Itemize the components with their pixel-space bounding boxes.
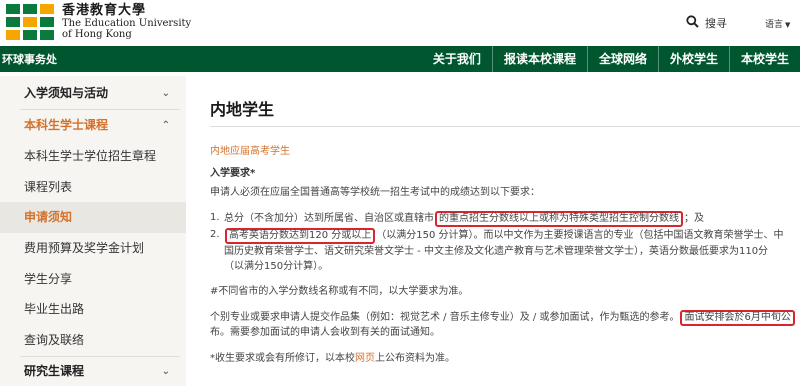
sidebar-item-admission-activities[interactable]: 入学须知与活动 ⌄ [0,78,186,109]
sidebar-item-label: 入学须知与活动 [24,86,109,100]
highlighted-text: 的重点招生分数线以上或称为特殊类型招生控制分数线 [435,211,683,227]
sidebar-item-student-sharing[interactable]: 学生分享 [0,264,186,295]
university-name-en-2: of Hong Kong [62,29,132,40]
item-text: ；及 [684,213,704,224]
item-number: 2. [210,229,220,240]
main-content: 内地学生 内地应届高考学生 入学要求* 申请人必须在应届全国普通高等学校统一招生… [186,72,800,386]
nav-office-link[interactable]: 环球事务处 [2,51,57,67]
university-logo[interactable] [6,4,56,42]
page-title: 内地学生 [210,100,275,119]
language-selector[interactable]: 语言 ▼ [765,17,790,30]
item-text: 总分（不含加分）达到所属省、自治区或直辖市 [224,213,434,224]
sidebar-item-fees-scholarships[interactable]: 费用预算及奖学金计划 [0,233,186,264]
university-name-en-1: The Education University [62,18,192,29]
requirement-item-2: 2. 高考英语分数达到120 分或以上 （以满分150 分计算）。而以中文作为主要… [210,228,790,274]
main-nav: 环球事务处 关于我们 报读本校课程 全球网络 外校学生 本校学生 [0,46,800,72]
nav-item-about[interactable]: 关于我们 [422,46,492,72]
chevron-up-icon: ⌃ [161,120,170,131]
footnote: *收生要求或会有所修订，以本校网页上公布资料为准。 [210,352,455,366]
requirements-heading: 入学要求* [210,168,256,179]
interview-paragraph: 个别专业或要求申请人提交作品集（例如：视觉艺术 / 音乐主修专业）及 / 或参加… [210,310,796,326]
interview-text: 个别专业或要求申请人提交作品集（例如：视觉艺术 / 音乐主修专业）及 / 或参加… [210,312,680,323]
sidebar-item-undergraduate[interactable]: 本科生学士课程 ⌃ [0,110,186,141]
nav-item-apply[interactable]: 报读本校课程 [491,46,587,72]
footnote-text: *收生要求或会有所修订，以本校 [210,353,355,364]
nav-item-global-network[interactable]: 全球网络 [586,46,658,72]
footnote-text: 上公布资料为准。 [375,353,455,364]
sidebar-item-label: 本科生学士课程 [24,118,109,132]
sidebar-item-postgraduate[interactable]: 研究生课程 ⌄ [0,356,186,386]
item-number: 1. [210,212,220,223]
language-label: 语言 [765,20,784,30]
chevron-down-icon: ▼ [785,21,791,29]
title-divider [210,126,800,127]
note-province-names: #不同省市的入学分数线名称或有不同，以大学要求为准。 [210,286,469,297]
requirement-item-1: 1. 总分（不含加分）达到所属省、自治区或直辖市 的重点招生分数线以上或称为特殊类… [210,211,790,227]
requirements-intro: 申请人必须在应届全国普通高等学校统一招生考试中的成绩达到以下要求： [210,187,540,198]
sidebar-item-label: 研究生课程 [24,364,85,378]
sidebar: 入学须知与活动 ⌄ 本科生学士课程 ⌃ 本科生学士学位招生章程 课程列表 申请须… [0,76,186,386]
search-icon [686,15,699,31]
sidebar-item-contact[interactable]: 查询及联络 [0,325,186,356]
university-name-zh: 香港教育大學 [62,3,147,18]
sidebar-item-graduate-prospects[interactable]: 毕业生出路 [0,294,186,325]
site-header: 香港教育大學 The Education University of Hong … [0,0,800,46]
search-button[interactable]: 搜寻 [686,15,727,31]
interview-paragraph-line2: 布。需要参加面试的申请人会收到有关的面试通知。 [210,327,440,338]
sidebar-item-application-info[interactable]: 申请须知 [0,202,186,233]
chevron-down-icon: ⌄ [161,88,170,99]
highlighted-text: 高考英语分数达到120 分或以上 [225,228,376,244]
search-label: 搜寻 [705,17,727,30]
chevron-down-icon: ⌄ [161,366,170,377]
highlighted-text: 面试安排会於6月中旬公 [680,310,795,326]
university-name: 香港教育大學 The Education University of Hong … [62,3,191,40]
nav-item-external-students[interactable]: 外校学生 [657,46,729,72]
nav-menu: 关于我们 报读本校课程 全球网络 外校学生 本校学生 [422,46,800,72]
nav-item-current-students[interactable]: 本校学生 [728,46,800,72]
sidebar-item-admission-rules[interactable]: 本科生学士学位招生章程 [0,141,186,172]
sidebar-item-programme-list[interactable]: 课程列表 [0,172,186,203]
section-label: 内地应届高考学生 [210,146,290,157]
webpage-link[interactable]: 网页 [355,353,375,364]
